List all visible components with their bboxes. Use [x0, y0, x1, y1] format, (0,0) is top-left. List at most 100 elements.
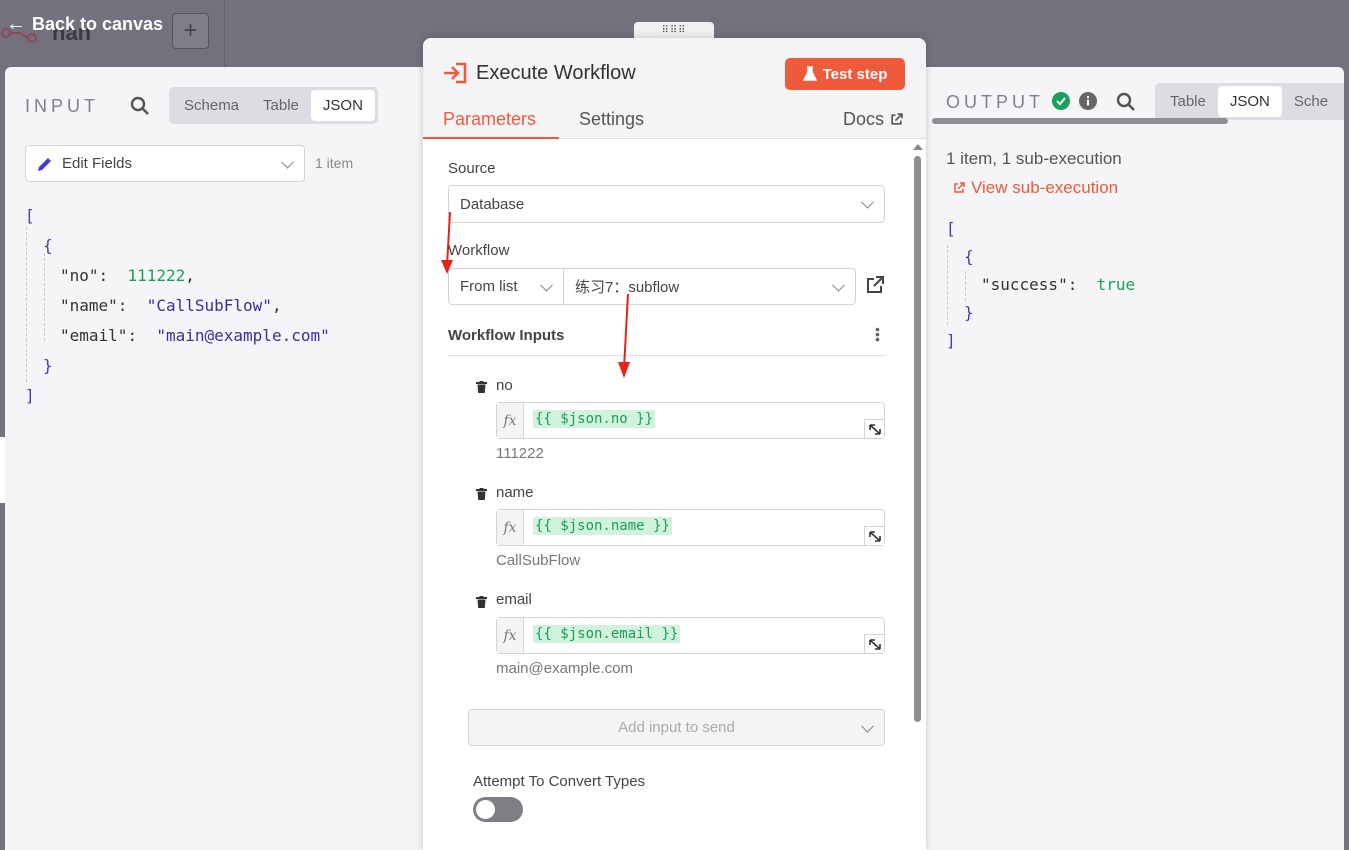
- output-view-switcher: Table JSON Sche: [1155, 83, 1344, 120]
- fx-icon: fx: [497, 403, 524, 438]
- expression-value: {{ $json.no }}: [533, 410, 656, 428]
- json-field-row: "success": true: [981, 275, 1136, 294]
- json-close-bracket: ]: [25, 386, 35, 405]
- trash-icon[interactable]: [476, 596, 487, 608]
- tab-settings[interactable]: Settings: [579, 109, 644, 130]
- view-tab-schema[interactable]: Schema: [172, 90, 251, 121]
- search-icon[interactable]: [130, 96, 150, 116]
- expand-editor-icon[interactable]: [864, 526, 884, 545]
- open-workflow-icon[interactable]: [866, 276, 884, 294]
- fx-icon: fx: [497, 618, 524, 653]
- expression-input-no[interactable]: fx {{ $json.no }}: [496, 402, 885, 439]
- chevron-down-icon: [861, 719, 874, 733]
- json-open-brace: {: [43, 236, 53, 255]
- fx-icon: fx: [497, 510, 524, 545]
- source-label: Source: [448, 160, 496, 177]
- input-panel: INPUT Schema Table JSON Edit Fields 1 it…: [5, 67, 430, 850]
- external-link-icon: [891, 113, 903, 125]
- input-json: [ { "no": 111222, "name": "CallSubFlow",…: [25, 201, 330, 411]
- workflow-mode-select[interactable]: From list: [448, 268, 564, 305]
- input-preview-email: main@example.com: [496, 660, 633, 677]
- test-step-button[interactable]: Test step: [785, 58, 905, 90]
- trash-icon[interactable]: [476, 488, 487, 500]
- active-tab-indicator: [423, 137, 559, 139]
- view-tab-schema[interactable]: Sche: [1282, 86, 1340, 117]
- annotation-arrow-icon: [618, 293, 630, 378]
- add-node-button[interactable]: +: [172, 13, 209, 49]
- convert-types-toggle[interactable]: [473, 797, 523, 822]
- scroll-up-icon[interactable]: [913, 144, 923, 150]
- json-close-brace: }: [964, 303, 974, 322]
- workflow-select[interactable]: 练习7：subflow: [563, 268, 856, 305]
- trash-icon[interactable]: [476, 381, 487, 393]
- expression-value: {{ $json.email }}: [533, 625, 681, 643]
- view-tab-json[interactable]: JSON: [310, 90, 375, 121]
- docs-link[interactable]: Docs: [843, 109, 903, 130]
- search-icon[interactable]: [1116, 92, 1136, 112]
- json-open-bracket: [: [946, 219, 956, 238]
- check-circle-icon: [1052, 92, 1070, 110]
- input-view-switcher: Schema Table JSON: [169, 87, 378, 124]
- view-sub-execution-link[interactable]: View sub-execution: [953, 178, 1118, 198]
- input-panel-title: INPUT: [25, 96, 99, 116]
- divider: [448, 355, 885, 356]
- output-json: [ { "success": true } ]: [946, 215, 1135, 355]
- source-value: Database: [460, 195, 525, 213]
- modal-title: Execute Workflow: [476, 62, 636, 84]
- json-open-bracket: [: [25, 206, 35, 225]
- test-step-label: Test step: [822, 65, 888, 83]
- output-summary: 1 item, 1 sub-execution: [946, 149, 1122, 168]
- annotation-arrow-icon: [441, 211, 453, 274]
- view-tab-json[interactable]: JSON: [1217, 86, 1282, 117]
- json-field-row: "email": "main@example.com": [60, 326, 330, 345]
- scrollbar-thumb[interactable]: [932, 118, 1228, 124]
- vertical-scrollbar[interactable]: [914, 156, 921, 722]
- docs-label: Docs: [843, 109, 885, 129]
- input-name-email: email: [496, 591, 532, 608]
- modal-header: Execute Workflow Test step Parameters Se…: [423, 38, 926, 139]
- sub-execution-label: View sub-execution: [971, 178, 1119, 197]
- expression-input-email[interactable]: fx {{ $json.email }}: [496, 617, 885, 654]
- flask-icon: [802, 66, 817, 81]
- toggle-knob: [476, 800, 495, 819]
- json-field-row: "no": 111222,: [60, 266, 195, 285]
- execute-workflow-icon: [444, 62, 467, 84]
- input-name-no: no: [496, 377, 513, 394]
- chevron-down-icon: [540, 278, 553, 292]
- arrow-left-icon: ←: [6, 13, 26, 35]
- chevron-down-icon: [832, 278, 845, 292]
- json-field-row: "name": "CallSubFlow",: [60, 296, 282, 315]
- input-node-label: Edit Fields: [62, 155, 133, 172]
- chevron-down-icon: [281, 155, 294, 169]
- more-options-icon[interactable]: • • •: [875, 322, 880, 346]
- convert-types-label: Attempt To Convert Types: [473, 773, 646, 790]
- info-icon[interactable]: [1079, 92, 1097, 110]
- back-label: Back to canvas: [32, 14, 164, 34]
- source-select[interactable]: Database: [448, 185, 885, 223]
- tab-parameters[interactable]: Parameters: [443, 109, 536, 130]
- input-name-name: name: [496, 484, 534, 501]
- input-preview-no: 111222: [496, 445, 544, 462]
- input-preview-name: CallSubFlow: [496, 552, 581, 569]
- add-input-select[interactable]: Add input to send: [468, 709, 885, 746]
- chevron-down-icon: [861, 195, 874, 209]
- workflow-mode-value: From list: [460, 278, 518, 295]
- json-close-bracket: ]: [946, 331, 956, 350]
- pencil-icon: [38, 158, 51, 171]
- horizontal-scrollbar[interactable]: [928, 118, 1338, 124]
- drag-handle[interactable]: ⠿⠿⠿: [634, 22, 714, 39]
- expression-input-name[interactable]: fx {{ $json.name }}: [496, 509, 885, 546]
- expression-value: {{ $json.name }}: [533, 517, 672, 535]
- json-close-brace: }: [43, 356, 53, 375]
- add-input-placeholder: Add input to send: [618, 719, 735, 736]
- back-to-canvas-link[interactable]: ← Back to canvas: [6, 13, 163, 36]
- expand-editor-icon[interactable]: [864, 419, 884, 438]
- output-panel: OUTPUT Table JSON Sche 1 item, 1 sub-exe…: [918, 67, 1344, 850]
- view-tab-table[interactable]: Table: [251, 90, 311, 121]
- expand-editor-icon[interactable]: [864, 634, 884, 653]
- input-node-select[interactable]: Edit Fields: [25, 145, 305, 182]
- workflow-inputs-header: Workflow Inputs: [448, 327, 565, 344]
- json-open-brace: {: [964, 247, 974, 266]
- external-link-icon: [954, 182, 965, 193]
- view-tab-table[interactable]: Table: [1158, 86, 1218, 117]
